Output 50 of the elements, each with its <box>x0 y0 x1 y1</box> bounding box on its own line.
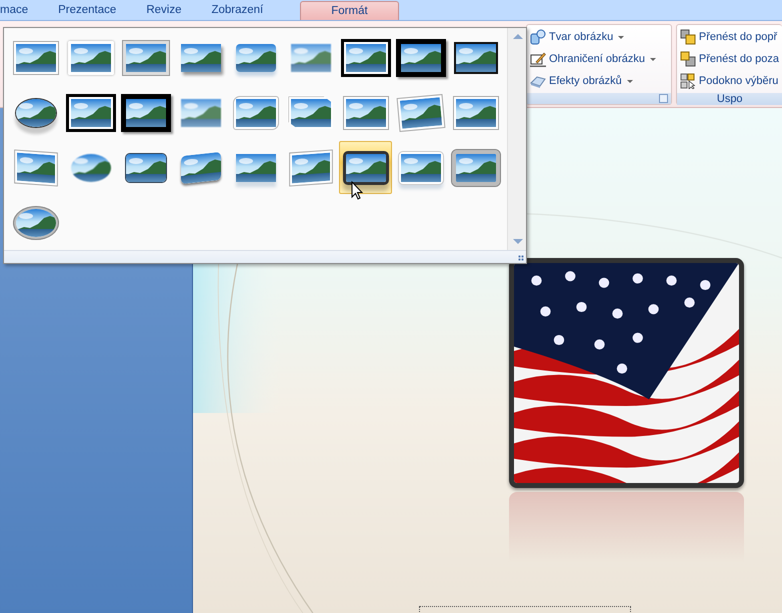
caret-icon <box>650 58 656 60</box>
ribbon-menu-button[interactable]: Efekty obrázků <box>530 71 668 91</box>
landscape-thumbnail-icon <box>398 152 442 184</box>
landscape-thumbnail-icon <box>14 98 56 128</box>
flag-picture[interactable] <box>509 258 744 488</box>
landscape-thumbnail-icon <box>14 42 58 74</box>
picture-style-option[interactable] <box>339 141 392 194</box>
mouse-cursor-icon <box>351 181 363 200</box>
landscape-thumbnail-icon <box>122 40 168 74</box>
pointer-icon <box>680 73 696 89</box>
resize-grip-icon[interactable] <box>518 255 524 261</box>
landscape-thumbnail-icon <box>236 44 276 72</box>
landscape-thumbnail-icon <box>344 96 388 128</box>
group-label: Uspo <box>716 93 743 105</box>
landscape-thumbnail-icon <box>342 150 388 184</box>
ribbon-tab[interactable]: Zobrazení <box>196 1 278 20</box>
landscape-thumbnail-icon <box>180 151 220 184</box>
ribbon-tab[interactable]: Formát <box>300 1 399 20</box>
landscape-thumbnail-icon <box>68 40 114 74</box>
landscape-thumbnail-icon <box>70 154 110 182</box>
landscape-thumbnail-icon <box>236 154 276 182</box>
landscape-thumbnail-icon <box>452 150 500 186</box>
ribbon-tab[interactable]: mace <box>0 1 44 20</box>
caret-icon <box>618 36 624 38</box>
landscape-thumbnail-icon <box>124 152 166 182</box>
layers-icon <box>680 51 696 67</box>
landscape-thumbnail-icon <box>396 38 446 76</box>
ribbon-button[interactable]: Přenést do popř <box>680 27 779 47</box>
ribbon-menu-button[interactable]: Tvar obrázku <box>530 27 668 47</box>
caret-icon <box>626 80 633 82</box>
ribbon-button[interactable]: Přenést do poza <box>680 49 779 69</box>
landscape-thumbnail-icon <box>14 150 56 185</box>
pencil-icon <box>530 51 546 67</box>
landscape-thumbnail-icon <box>454 42 498 74</box>
landscape-thumbnail-icon <box>397 94 444 130</box>
landscape-thumbnail-icon <box>290 44 330 72</box>
landscape-thumbnail-icon <box>12 206 58 240</box>
landscape-thumbnail-icon <box>180 98 220 126</box>
landscape-thumbnail-icon <box>288 96 332 128</box>
layers-icon <box>680 29 696 45</box>
ribbon-button[interactable]: Podokno výběru <box>680 71 779 91</box>
ribbon-menu-button[interactable]: Ohraničení obrázku <box>530 49 668 69</box>
landscape-thumbnail-icon <box>290 150 332 185</box>
landscape-thumbnail-icon <box>120 94 170 132</box>
landscape-thumbnail-icon <box>180 44 220 72</box>
landscape-thumbnail-icon <box>454 96 498 128</box>
shapes-icon <box>530 29 546 45</box>
landscape-thumbnail-icon <box>234 96 278 128</box>
ribbon-tab[interactable]: Revize <box>131 1 196 20</box>
ribbon-tab[interactable]: Prezentace <box>43 1 132 20</box>
